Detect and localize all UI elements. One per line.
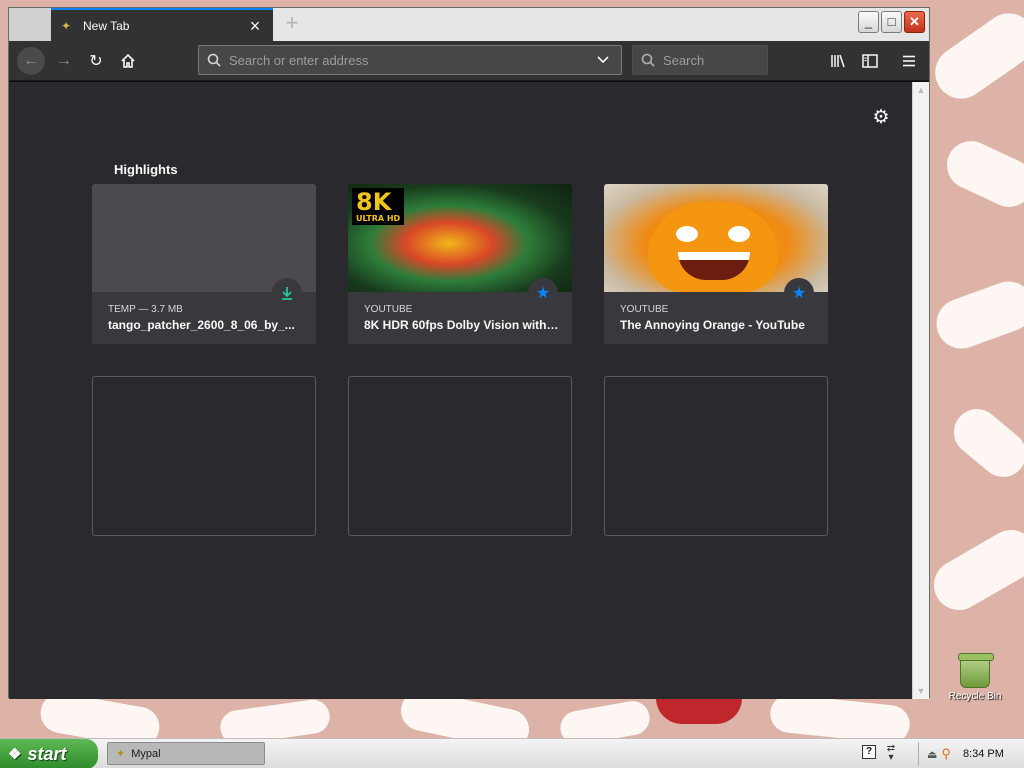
taskbar-item-label: Mypal (131, 747, 161, 760)
search-bar[interactable] (632, 45, 768, 75)
maximize-button[interactable]: □ (881, 11, 902, 33)
card-thumbnail (92, 184, 316, 292)
tab-close-icon[interactable]: × (247, 17, 263, 35)
mypal-app-icon: ✦ (116, 748, 126, 760)
wallpaper-shape (768, 692, 912, 738)
clock[interactable]: 8:34 PM (963, 748, 1004, 760)
thumbnail-8k-logo: 8K ULTRA HD (352, 188, 405, 225)
recycle-bin-icon[interactable] (958, 653, 994, 688)
home-button[interactable] (114, 47, 142, 75)
taskbar-item-mypal[interactable]: ✦ Mypal (107, 742, 265, 765)
hamburger-menu-icon (903, 55, 915, 67)
download-icon (272, 278, 302, 308)
wallpaper-shape (924, 520, 1024, 620)
sidebar-toggle-button[interactable] (856, 47, 884, 75)
star-icon: ★ (784, 278, 814, 308)
highlight-card[interactable]: TEMP — 3.7 MB tango_patcher_2600_8_06_by… (92, 184, 316, 344)
wallpaper-shape (929, 274, 1024, 356)
library-button[interactable] (824, 47, 852, 75)
new-tab-button[interactable]: + (281, 12, 303, 35)
gear-icon[interactable]: ⚙ (871, 108, 891, 128)
scroll-up-icon[interactable]: ▲ (913, 82, 929, 98)
recycle-bin-shortcut[interactable]: Recycle Bin (946, 653, 1004, 702)
reload-icon: ↻ (89, 53, 103, 70)
windows-logo-icon: ❖ (8, 746, 22, 763)
wallpaper-shape (939, 133, 1024, 215)
empty-highlight-slot (348, 376, 572, 536)
minimize-button[interactable]: _ (858, 11, 879, 33)
navigation-toolbar: ← → ↻ (9, 41, 929, 81)
wallpaper-shape (656, 698, 742, 724)
eject-icon[interactable]: ⏏ (927, 748, 937, 761)
scroll-down-icon[interactable]: ▼ (913, 683, 929, 699)
wallpaper-shape (944, 399, 1024, 487)
tab-strip-spacer (9, 8, 51, 41)
home-icon (121, 53, 135, 68)
browser-window: ✦ New Tab × + _ □ ✕ ← → ↻ Search or ente… (8, 7, 930, 699)
highlight-card[interactable]: 8K ULTRA HD ★ YOUTUBE 8K HDR 60fps Dolby… (348, 184, 572, 344)
star-icon: ★ (528, 278, 558, 308)
card-title: The Annoying Orange - YouTube (620, 318, 805, 332)
wallpaper-shape (925, 3, 1024, 109)
card-context: TEMP — 3.7 MB (108, 304, 183, 315)
tab-strip: ✦ New Tab × + _ □ ✕ (9, 8, 929, 41)
card-title: tango_patcher_2600_8_06_by_... (108, 318, 295, 332)
address-bar[interactable] (198, 45, 622, 75)
card-title: 8K HDR 60fps Dolby Vision with ... (364, 318, 559, 332)
card-context: YOUTUBE (364, 304, 413, 315)
search-icon (641, 53, 655, 67)
wallpaper-shape (557, 698, 653, 738)
url-input[interactable] (229, 52, 597, 68)
start-label: start (27, 743, 67, 764)
system-tray: ⏏ ⚲ 8:34 PM (918, 742, 1024, 766)
highlights-heading: Highlights (114, 162, 178, 177)
back-arrow-icon: ← (23, 52, 39, 69)
card-thumbnail (604, 184, 828, 292)
card-context: YOUTUBE (620, 304, 669, 315)
taskbar: ❖ start ✦ Mypal ? ⇄ ▾ ⏏ ⚲ 8:34 PM (0, 738, 1024, 768)
tab-new-tab[interactable]: ✦ New Tab × (51, 8, 273, 41)
forward-arrow-icon: → (56, 52, 72, 69)
language-bar-icon[interactable]: ⇄ ▾ (884, 744, 898, 763)
empty-highlight-slot (604, 376, 828, 536)
start-button[interactable]: ❖ start (0, 739, 98, 768)
forward-button[interactable]: → (50, 47, 78, 75)
tray-search-icon[interactable]: ⚲ (941, 746, 951, 762)
help-icon[interactable]: ? (862, 745, 876, 759)
reload-button[interactable]: ↻ (82, 47, 110, 75)
thumbnail-8k-text: 8K (356, 188, 392, 216)
new-tab-page: ⚙ Highlights TEMP — 3.7 MB tango_patcher… (9, 82, 912, 699)
highlight-card[interactable]: ★ YOUTUBE The Annoying Orange - YouTube (604, 184, 828, 344)
orange-face-image (648, 202, 778, 292)
back-button[interactable]: ← (17, 47, 45, 75)
sidebar-icon (862, 54, 878, 68)
thumbnail-ultrahd-text: ULTRA HD (356, 214, 401, 223)
vertical-scrollbar[interactable]: ▲ ▼ (912, 82, 929, 699)
card-thumbnail: 8K ULTRA HD (348, 184, 572, 292)
recycle-bin-label: Recycle Bin (948, 691, 1002, 702)
close-window-button[interactable]: ✕ (904, 11, 925, 33)
search-icon (207, 53, 221, 67)
browser-favicon-icon: ✦ (61, 18, 72, 33)
tab-title: New Tab (83, 18, 130, 33)
chevron-down-icon[interactable] (597, 53, 613, 67)
main-menu-button[interactable] (895, 47, 923, 75)
search-input[interactable] (663, 52, 759, 68)
wallpaper-shape (218, 697, 332, 738)
empty-highlight-slot (92, 376, 316, 536)
library-icon (831, 54, 845, 68)
